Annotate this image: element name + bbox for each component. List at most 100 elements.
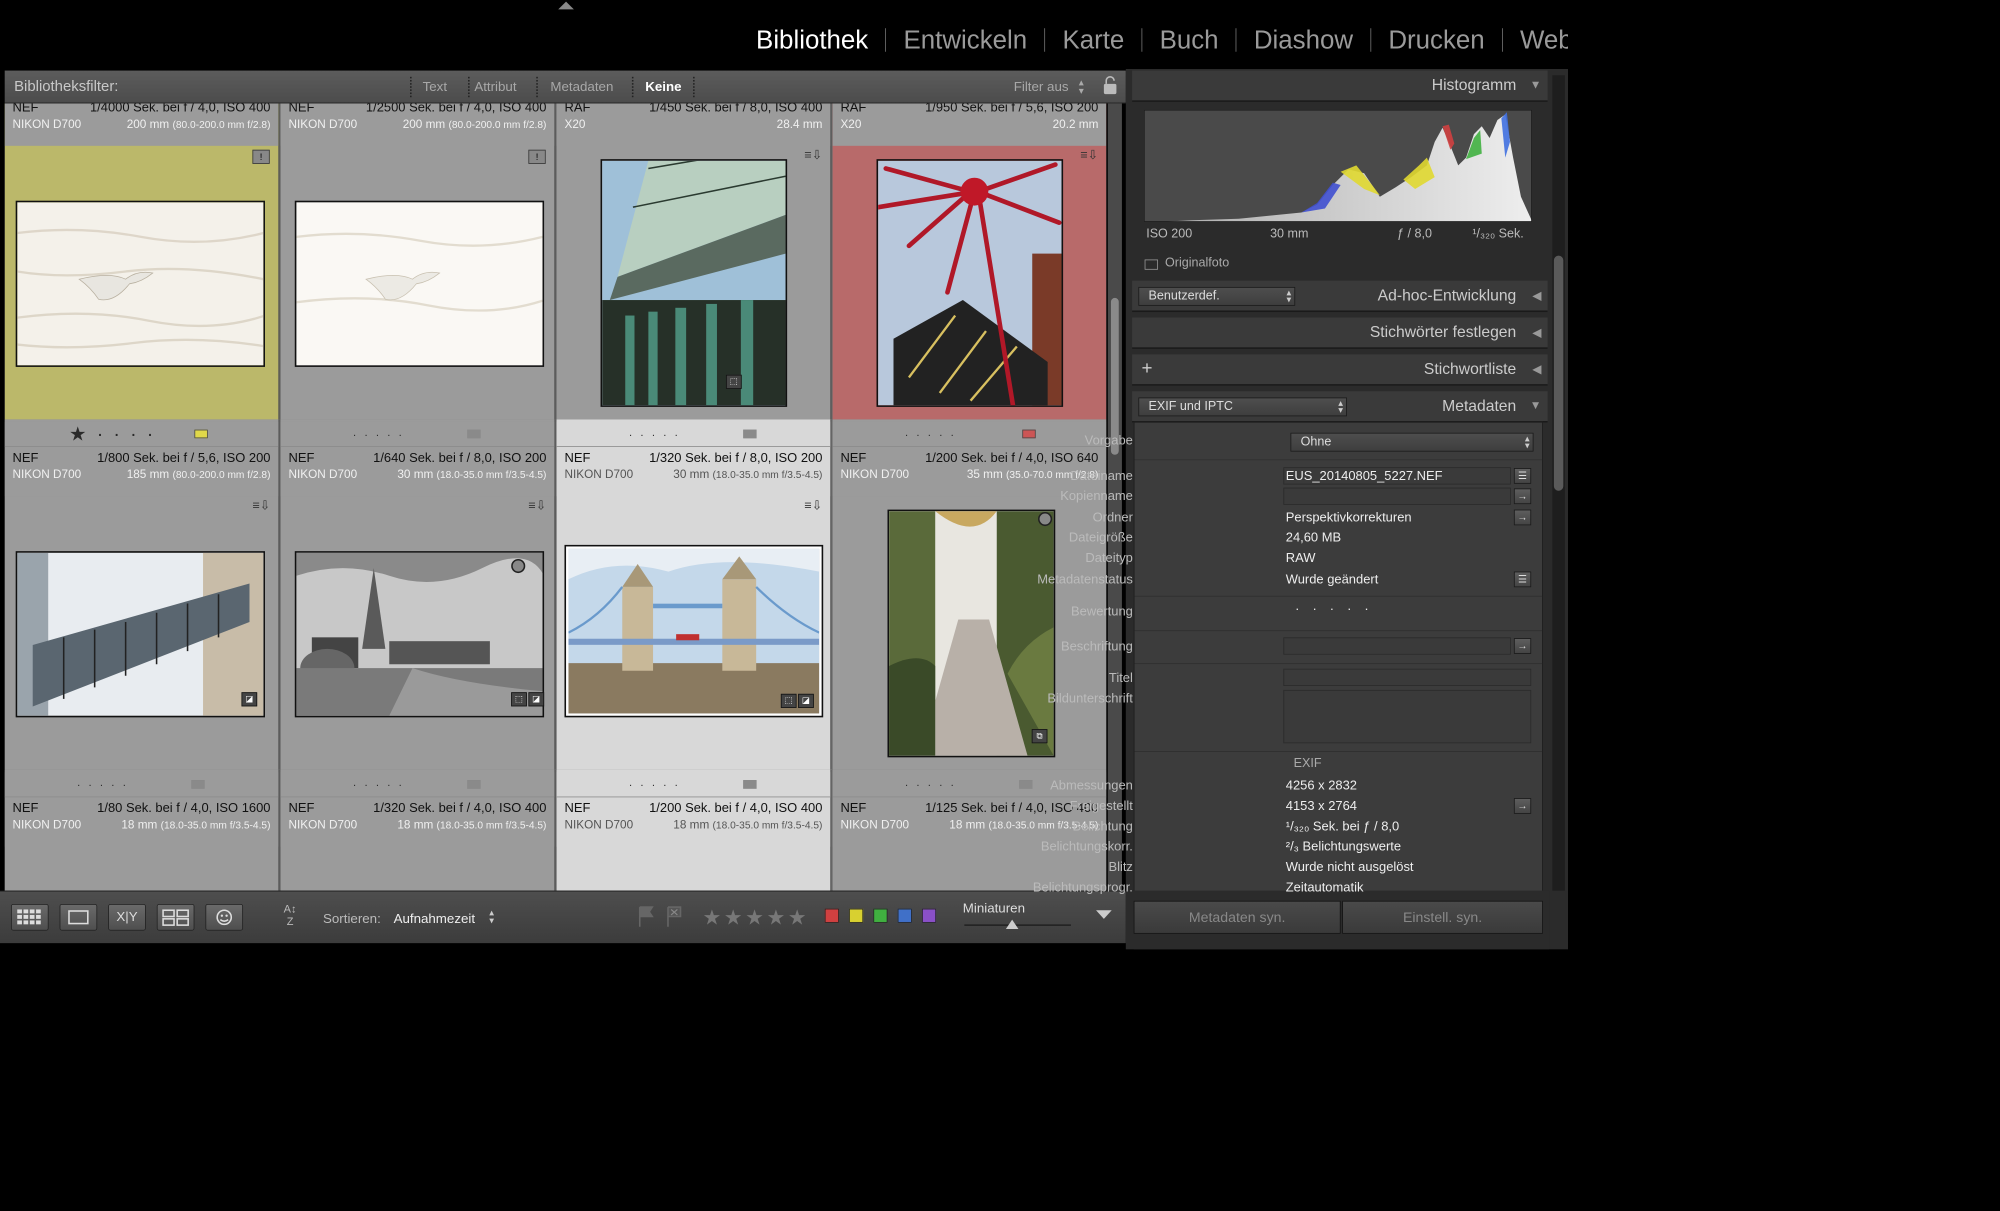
thumbnail-rating-stars[interactable]: · · · · · xyxy=(353,428,405,441)
thumbnail-cell[interactable]: ★★★★★NEF1/4000 Sek. bei f / 4,0, ISO 400… xyxy=(4,103,280,420)
thumbnail-image-area[interactable]: ! xyxy=(5,146,279,420)
metadata-preset-select[interactable]: Ohne ▴ ▾ xyxy=(1290,432,1534,452)
quick-collection-circle-icon[interactable] xyxy=(1038,511,1053,527)
flag-pick-icon[interactable] xyxy=(637,905,657,929)
histogram-panel-header[interactable]: Histogramm ▼ xyxy=(1132,70,1548,102)
filter-tab-text[interactable]: Text xyxy=(423,79,447,95)
survey-view-icon[interactable] xyxy=(156,903,195,931)
right-panel-scrollbar-thumb[interactable] xyxy=(1553,255,1564,491)
metadata-changed-icon[interactable]: ≡⇩ xyxy=(804,147,822,163)
filter-lock-icon[interactable] xyxy=(1102,75,1118,95)
sync-metadata-button[interactable]: Metadaten syn. xyxy=(1133,900,1341,934)
thumbnail-cell[interactable]: · · · · ·RAF1/950 Sek. bei f / 5,6, ISO … xyxy=(832,103,1107,420)
rating-value[interactable]: · · · · · xyxy=(1295,602,1373,617)
thumbnail-image-area[interactable]: ≡⇩ ⬚ xyxy=(557,146,831,420)
crop-arrow-icon[interactable]: → xyxy=(1513,798,1532,814)
thumbnail-rating-stars[interactable]: · · · · · xyxy=(629,428,681,441)
color-label-chip[interactable] xyxy=(1022,429,1036,439)
thumbnail-image-area[interactable]: ! xyxy=(281,146,555,420)
module-print[interactable]: Drucken xyxy=(1388,25,1484,55)
caption-arrow-icon[interactable]: → xyxy=(1513,638,1532,654)
copy-name-field[interactable] xyxy=(1283,487,1511,505)
thumbnail-photo[interactable] xyxy=(876,159,1064,407)
list-menu-icon[interactable]: ☰ xyxy=(1513,468,1532,484)
sort-direction-icon[interactable]: A↕ Z xyxy=(267,902,314,933)
panel-collapsed-triangle-icon[interactable]: ◀ xyxy=(1532,325,1541,339)
crop-icon[interactable]: ⬚ xyxy=(725,374,742,389)
filter-preset-updown-icon[interactable]: ▴ ▾ xyxy=(1079,77,1084,96)
thumbnail-image-area[interactable]: ≡⇩ xyxy=(833,146,1107,420)
panel-expanded-triangle-icon[interactable]: ▼ xyxy=(1530,399,1542,412)
caption-field[interactable] xyxy=(1283,637,1511,655)
thumbnail-photo[interactable] xyxy=(15,551,265,718)
metadata-changed-icon[interactable]: ≡⇩ xyxy=(804,498,822,514)
sync-settings-button[interactable]: Einstell. syn. xyxy=(1342,900,1543,934)
color-label-filter[interactable] xyxy=(873,908,888,923)
thumbnail-cell[interactable]: · · · · · NEF 1/320 Sek. bei f / 8,0, ISO … xyxy=(556,419,832,770)
develop-settings-icon[interactable]: ◪ xyxy=(798,693,814,708)
thumbnail-rating-stars[interactable]: · · · · · xyxy=(905,428,957,441)
virtual-copy-icon[interactable]: ⧉ xyxy=(1031,729,1048,744)
thumbnail-grid[interactable]: ★★★★★NEF1/4000 Sek. bei f / 4,0, ISO 400… xyxy=(4,103,1107,891)
list-menu-icon[interactable]: ☰ xyxy=(1513,571,1532,588)
module-slideshow[interactable]: Diashow xyxy=(1254,25,1353,55)
loupe-view-icon[interactable] xyxy=(59,903,98,931)
color-label-chip[interactable] xyxy=(194,429,208,439)
thumbnail-image-area[interactable]: ≡⇩ ⬚ ◪ xyxy=(281,496,555,770)
go-arrow-icon[interactable]: → xyxy=(1513,509,1532,526)
module-web[interactable]: Web xyxy=(1520,25,1568,55)
thumbnail-image-area[interactable]: ≡⇩ ⬚ ◪ xyxy=(557,496,831,770)
grid-view-icon[interactable] xyxy=(10,903,49,931)
panel-expanded-triangle-icon[interactable]: ▼ xyxy=(1530,78,1542,91)
keywording-header[interactable]: Stichwörter festlegen ◀ xyxy=(1132,317,1548,349)
thumbnail-photo[interactable] xyxy=(564,544,824,718)
thumbnail-photo[interactable] xyxy=(887,509,1056,758)
metadata-changed-icon[interactable]: ≡⇩ xyxy=(1080,147,1098,163)
thumbnail-rating-stars[interactable]: · · · · · xyxy=(77,779,129,792)
panel-collapsed-triangle-icon[interactable]: ◀ xyxy=(1532,362,1541,376)
thumbnail-image-area[interactable] xyxy=(281,847,555,891)
keyword-list-header[interactable]: + Stichwortliste ◀ xyxy=(1132,354,1548,386)
thumbnail-rating-stars[interactable]: · · · · · xyxy=(353,779,405,792)
color-label-chip[interactable] xyxy=(743,429,757,439)
color-label-filter[interactable] xyxy=(921,908,937,923)
missing-file-warning-icon[interactable]: ! xyxy=(252,149,270,164)
color-label-filter[interactable] xyxy=(849,908,864,923)
develop-settings-icon[interactable]: ◪ xyxy=(528,692,545,707)
quick-develop-header[interactable]: Benutzerdef. ▴ ▾ Ad-hoc-Entwicklung ◀ xyxy=(1132,280,1548,313)
thumbnail-image-area[interactable] xyxy=(5,847,279,891)
thumbnail-size-slider-knob[interactable] xyxy=(1006,919,1019,930)
develop-settings-icon[interactable]: ◪ xyxy=(241,692,258,707)
thumbnail-image-area[interactable]: ≡⇩ ◪ xyxy=(5,496,279,770)
thumbnail-cell[interactable]: · · · · · NEF 1/80 Sek. bei f / 4,0, ISO 1… xyxy=(4,769,280,891)
crop-icon[interactable]: ⬚ xyxy=(780,693,797,708)
thumbnail-rating-stars[interactable]: ★ · · · · xyxy=(69,423,156,447)
histogram-graph[interactable] xyxy=(1143,109,1532,222)
color-label-filter[interactable] xyxy=(897,908,912,923)
metadata-changed-icon[interactable]: ≡⇩ xyxy=(528,498,546,514)
original-photo-checkbox[interactable] xyxy=(1144,259,1158,270)
thumbnail-image-area[interactable] xyxy=(557,847,831,891)
filter-tab-none[interactable]: Keine xyxy=(645,79,681,95)
color-label-chip[interactable] xyxy=(743,780,757,789)
crop-icon[interactable]: ⬚ xyxy=(511,692,527,707)
thumbnail-photo[interactable] xyxy=(600,159,788,407)
metadata-header[interactable]: EXIF und IPTC ▴ ▾ Metadaten ▼ xyxy=(1132,391,1548,423)
thumbnail-cell[interactable]: · · · · · NEF 1/200 Sek. bei f / 4,0, ISO … xyxy=(556,769,832,891)
thumbnail-photo[interactable] xyxy=(294,551,545,718)
flag-reject-icon[interactable] xyxy=(665,905,685,929)
collapse-top-panel-triangle-icon[interactable] xyxy=(558,1,574,10)
thumbnail-image-area[interactable]: ⧉ xyxy=(833,496,1107,770)
panel-collapsed-triangle-icon[interactable]: ◀ xyxy=(1532,289,1541,302)
sort-updown-icon[interactable]: ▴ ▾ xyxy=(489,908,494,925)
quick-collection-circle-icon[interactable] xyxy=(511,558,526,574)
compare-view-icon[interactable]: X|Y xyxy=(108,903,146,931)
filter-tab-metadata[interactable]: Metadaten xyxy=(550,79,613,95)
people-view-icon[interactable] xyxy=(205,903,244,931)
color-label-chip[interactable] xyxy=(467,429,481,439)
thumbnail-rating-stars[interactable]: · · · · · xyxy=(629,779,681,792)
thumbnail-cell[interactable]: · · · · · NEF 1/200 Sek. bei f / 4,0, ISO … xyxy=(832,419,1107,770)
metadata-changed-icon[interactable]: ≡⇩ xyxy=(252,498,270,514)
metadata-view-select[interactable]: EXIF und IPTC ▴ ▾ xyxy=(1138,397,1347,417)
add-keyword-plus-icon[interactable]: + xyxy=(1142,358,1153,380)
